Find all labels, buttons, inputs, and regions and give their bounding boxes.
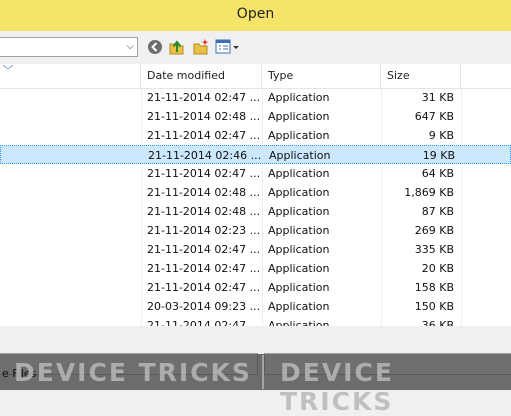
- date-modified-cell: 20-03-2014 09:23 ...: [147, 300, 259, 313]
- file-row[interactable]: 21-11-2014 02:47 ... Application 20 KB: [0, 259, 511, 278]
- file-row[interactable]: 21-11-2014 02:47 ... Application 158 KB: [0, 278, 511, 297]
- file-row[interactable]: 20-03-2014 09:23 ... Application 150 KB: [0, 297, 511, 316]
- type-cell: Application: [268, 110, 330, 123]
- column-header-type[interactable]: Type: [262, 64, 381, 88]
- type-cell: Application: [268, 205, 330, 218]
- date-modified-cell: 21-11-2014 02:47 ...: [147, 129, 259, 142]
- size-cell: 158 KB: [414, 281, 454, 294]
- date-modified-cell: 21-11-2014 02:48 ...: [147, 110, 259, 123]
- date-modified-cell: 21-11-2014 02:47 ...: [147, 91, 259, 104]
- size-cell: 9 KB: [428, 129, 454, 142]
- view-menu-icon[interactable]: [215, 38, 241, 56]
- type-cell: Application: [268, 167, 330, 180]
- size-cell: 647 KB: [414, 110, 454, 123]
- type-cell: Application: [268, 262, 330, 275]
- file-list: Date modified Type Size 21-11-2014 02:47…: [0, 64, 511, 326]
- file-row[interactable]: 21-11-2014 02:47 ... Application 64 KB: [0, 164, 511, 183]
- date-modified-cell: 21-11-2014 02:47 ...: [147, 281, 259, 294]
- column-header-size[interactable]: Size: [381, 64, 461, 88]
- watermark-text: DEVICE TRICKS: [14, 358, 252, 387]
- file-row-selected[interactable]: 21-11-2014 02:46 ... Application 19 KB: [0, 145, 511, 164]
- column-header-bar: Date modified Type Size: [0, 64, 511, 89]
- watermark-text: DEVICE TRICKS: [280, 358, 394, 416]
- toolbar: ⌵: [0, 31, 511, 64]
- date-modified-cell: 21-11-2014 02:46 ...: [148, 149, 260, 162]
- type-cell: Application: [268, 243, 330, 256]
- file-row[interactable]: 21-11-2014 02:23 ... Application 269 KB: [0, 221, 511, 240]
- date-modified-cell: 21-11-2014 02:47 ...: [147, 167, 259, 180]
- column-header-date-modified[interactable]: Date modified: [141, 64, 262, 88]
- size-cell: 269 KB: [414, 224, 454, 237]
- size-cell: 36 KB: [421, 319, 454, 326]
- type-cell: Application: [268, 319, 330, 326]
- type-cell: Application: [268, 91, 330, 104]
- size-cell: 19 KB: [422, 149, 455, 162]
- type-cell: Application: [268, 186, 330, 199]
- type-cell: Application: [268, 224, 330, 237]
- date-modified-cell: 21-11-2014 02:47 ...: [147, 262, 259, 275]
- look-in-dropdown[interactable]: ⌵: [0, 37, 138, 57]
- window-title: Open: [236, 6, 275, 22]
- date-modified-cell: 21-11-2014 02:48 ...: [147, 186, 259, 199]
- column-header-name[interactable]: [0, 64, 141, 88]
- date-modified-cell: 21-11-2014 02:47 ...: [147, 319, 259, 326]
- date-modified-cell: 21-11-2014 02:48 ...: [147, 205, 259, 218]
- type-cell: Application: [269, 149, 331, 162]
- back-icon[interactable]: [146, 38, 164, 56]
- file-row[interactable]: 21-11-2014 02:48 ... Application 87 KB: [0, 202, 511, 221]
- size-cell: 150 KB: [414, 300, 454, 313]
- watermark-divider: [262, 355, 264, 389]
- size-cell: 1,869 KB: [404, 186, 454, 199]
- file-row[interactable]: 21-11-2014 02:48 ... Application 647 KB: [0, 107, 511, 126]
- file-row[interactable]: 21-11-2014 02:48 ... Application 1,869 K…: [0, 183, 511, 202]
- up-folder-icon[interactable]: [168, 38, 186, 56]
- type-cell: Application: [268, 300, 330, 313]
- file-row[interactable]: 21-11-2014 02:47 ... Application 31 KB: [0, 88, 511, 107]
- size-cell: 31 KB: [421, 91, 454, 104]
- date-modified-cell: 21-11-2014 02:23 ...: [147, 224, 259, 237]
- type-cell: Application: [268, 129, 330, 142]
- file-row[interactable]: 21-11-2014 02:47 ... Application 335 KB: [0, 240, 511, 259]
- date-modified-cell: 21-11-2014 02:47 ...: [147, 243, 259, 256]
- chevron-down-icon[interactable]: ⌵: [126, 41, 134, 53]
- size-cell: 64 KB: [421, 167, 454, 180]
- size-cell: 335 KB: [414, 243, 454, 256]
- new-folder-icon[interactable]: [192, 38, 210, 56]
- size-cell: 20 KB: [421, 262, 454, 275]
- title-bar: Open: [0, 0, 511, 32]
- file-row[interactable]: 21-11-2014 02:47 ... Application 36 KB: [0, 316, 511, 326]
- file-row[interactable]: 21-11-2014 02:47 ... Application 9 KB: [0, 126, 511, 145]
- type-cell: Application: [268, 281, 330, 294]
- size-cell: 87 KB: [421, 205, 454, 218]
